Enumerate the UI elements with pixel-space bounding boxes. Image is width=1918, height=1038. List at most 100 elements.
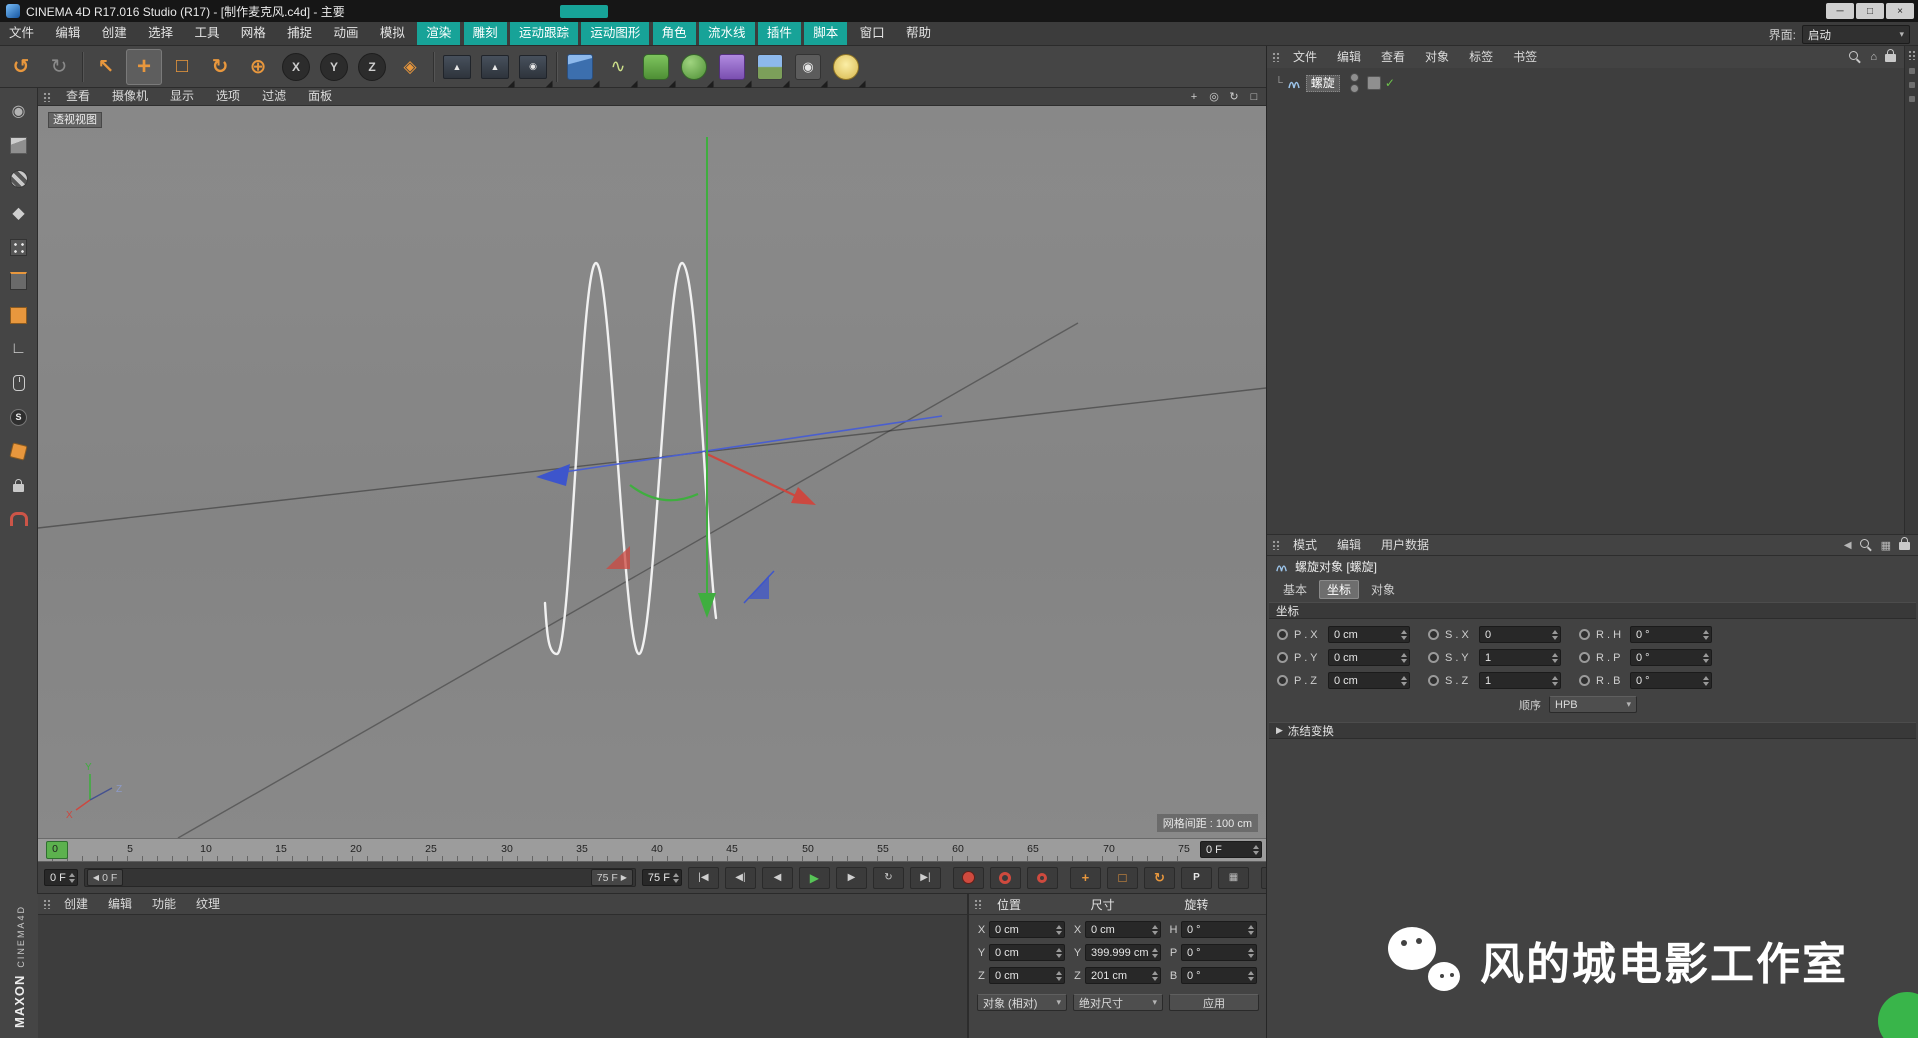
viewport-perspective[interactable]: Y Z X 查看 摄像机 显示 选项 过滤 面板 + ◎ ↻ □ 透视视图 网格… [38,88,1266,838]
redo-button[interactable]: ↻ [41,49,77,85]
menu-pipeline[interactable]: 流水线 [699,22,755,45]
sy-field[interactable]: 1 [1479,649,1561,666]
material-menu-create[interactable]: 创建 [54,894,98,914]
layout-tab-icon[interactable] [1909,82,1915,88]
key-parameter-toggle[interactable]: P [1181,867,1212,889]
axis-mode-button[interactable]: ∟ [3,334,35,364]
menu-sculpt[interactable]: 雕刻 [464,22,507,45]
position-z-field[interactable]: 0 cm [989,967,1065,984]
om-menu-file[interactable]: 文件 [1283,47,1327,67]
render-view-button[interactable]: ▲ [439,49,475,85]
end-frame-field[interactable]: 75 F [642,869,682,886]
lock-icon[interactable] [1899,542,1910,550]
goto-end-button[interactable]: ▶| [910,867,941,889]
om-menu-edit[interactable]: 编辑 [1327,47,1371,67]
material-menu-function[interactable]: 功能 [142,894,186,914]
maximize-button[interactable]: □ [1856,3,1884,19]
tab-object[interactable]: 对象 [1363,580,1403,599]
viewport-orbit-icon[interactable]: ↻ [1226,90,1242,104]
menu-snap[interactable]: 捕捉 [278,22,321,45]
render-picture-viewer-button[interactable]: ▲ [477,49,513,85]
keyframe-dot[interactable] [1579,675,1590,686]
recent-tool-button[interactable]: ⊕ [240,49,276,85]
viewport-menu-cameras[interactable]: 摄像机 [102,88,158,105]
search-icon[interactable] [1860,539,1873,552]
gizmo-y-arrow[interactable] [698,593,716,618]
am-menu-userdata[interactable]: 用户数据 [1371,535,1439,555]
menu-select[interactable]: 选择 [139,22,182,45]
menu-edit[interactable]: 编辑 [46,22,89,45]
rh-field[interactable]: 0 ° [1630,626,1712,643]
menu-character[interactable]: 角色 [653,22,696,45]
om-menu-bookmarks[interactable]: 书签 [1503,47,1547,67]
history-back-icon[interactable]: ◀ [1844,540,1852,551]
convert-editable-button[interactable]: ◉ [3,96,35,126]
light-button[interactable] [828,49,864,85]
lock-z-button[interactable]: Z [354,49,390,85]
paint-button[interactable] [3,436,35,466]
panel-grip-icon[interactable] [1908,50,1916,60]
layout-tab-icon[interactable] [1909,68,1915,74]
viewport-view-label[interactable]: 透视视图 [48,112,102,128]
key-point-level-toggle[interactable]: ▦ [1218,867,1249,889]
tag-icon[interactable] [1367,76,1381,90]
size-z-field[interactable]: 201 cm [1085,967,1161,984]
lock-workplane-button[interactable] [3,470,35,500]
render-settings-button[interactable]: ◉ [515,49,551,85]
goto-prev-key-button[interactable]: ◀| [725,867,756,889]
gizmo-plane-handle-red[interactable] [606,546,630,569]
search-icon[interactable] [1849,51,1862,64]
position-y-field[interactable]: 0 cm [989,944,1065,961]
viewport-menu-filter[interactable]: 过滤 [252,88,296,105]
keyframe-dot[interactable] [1277,652,1288,663]
lock-y-button[interactable]: Y [316,49,352,85]
size-mode-dropdown[interactable]: 绝对尺寸▾ [1073,994,1163,1011]
panel-grip-icon[interactable] [43,899,51,909]
rotate-tool-button[interactable]: ↻ [202,49,238,85]
polygons-mode-button[interactable] [3,300,35,330]
model-mode-button[interactable] [3,130,35,160]
tab-basic[interactable]: 基本 [1275,580,1315,599]
tab-coordinates[interactable]: 坐标 [1319,580,1359,599]
subdivision-surface-button[interactable] [638,49,674,85]
keyframe-dot[interactable] [1277,675,1288,686]
add-cube-button[interactable] [562,49,598,85]
px-field[interactable]: 0 cm [1328,626,1410,643]
object-manager-list[interactable]: └ 螺旋 ✓ [1267,68,1904,534]
interface-dropdown[interactable]: 启动 ▾ [1802,25,1910,44]
undo-button[interactable]: ↺ [3,49,39,85]
keyframe-dot[interactable] [1428,652,1439,663]
freeze-transform-section[interactable]: ▶ 冻结变换 [1269,722,1916,739]
sz-field[interactable]: 1 [1479,672,1561,689]
scale-tool-button[interactable]: □ [164,49,200,85]
coordinate-mode-dropdown[interactable]: 对象 (相对)▾ [977,994,1067,1011]
range-grip-right[interactable]: 75 F ▶ [591,869,633,886]
size-x-field[interactable]: 0 cm [1085,921,1161,938]
menu-tools[interactable]: 工具 [185,22,228,45]
stepper-icon[interactable] [69,873,75,883]
next-frame-button[interactable]: ▶ [836,867,867,889]
keyframe-dot[interactable] [1428,629,1439,640]
viewport-zoom-icon[interactable]: ◎ [1206,90,1222,104]
autokey-button[interactable] [990,867,1021,889]
spline-pen-button[interactable]: ∿ [600,49,636,85]
gizmo-rotate-handle[interactable] [630,485,698,500]
menu-mesh[interactable]: 网格 [232,22,275,45]
keyframe-dot[interactable] [1579,652,1590,663]
coordinates-section-bar[interactable]: 坐标 [1269,602,1916,619]
lock-x-button[interactable]: X [278,49,314,85]
menu-create[interactable]: 创建 [93,22,136,45]
keyframe-selection-record-button[interactable] [1027,867,1058,889]
environment-button[interactable] [752,49,788,85]
helix-spline[interactable] [545,263,716,654]
timeline-ruler[interactable]: 0 5 10 15 20 25 30 35 40 45 50 55 60 65 … [38,838,1266,862]
gizmo-z-arrow[interactable] [536,464,570,486]
position-x-field[interactable]: 0 cm [989,921,1065,938]
key-rotation-toggle[interactable]: ↻ [1144,867,1175,889]
material-menu-texture[interactable]: 纹理 [186,894,230,914]
menu-plugins[interactable]: 插件 [758,22,801,45]
range-grip-left[interactable]: ◀ 0 F [87,869,123,886]
rotation-h-field[interactable]: 0 ° [1181,921,1257,938]
keyframe-dot[interactable] [1277,629,1288,640]
rotation-b-field[interactable]: 0 ° [1181,967,1257,984]
